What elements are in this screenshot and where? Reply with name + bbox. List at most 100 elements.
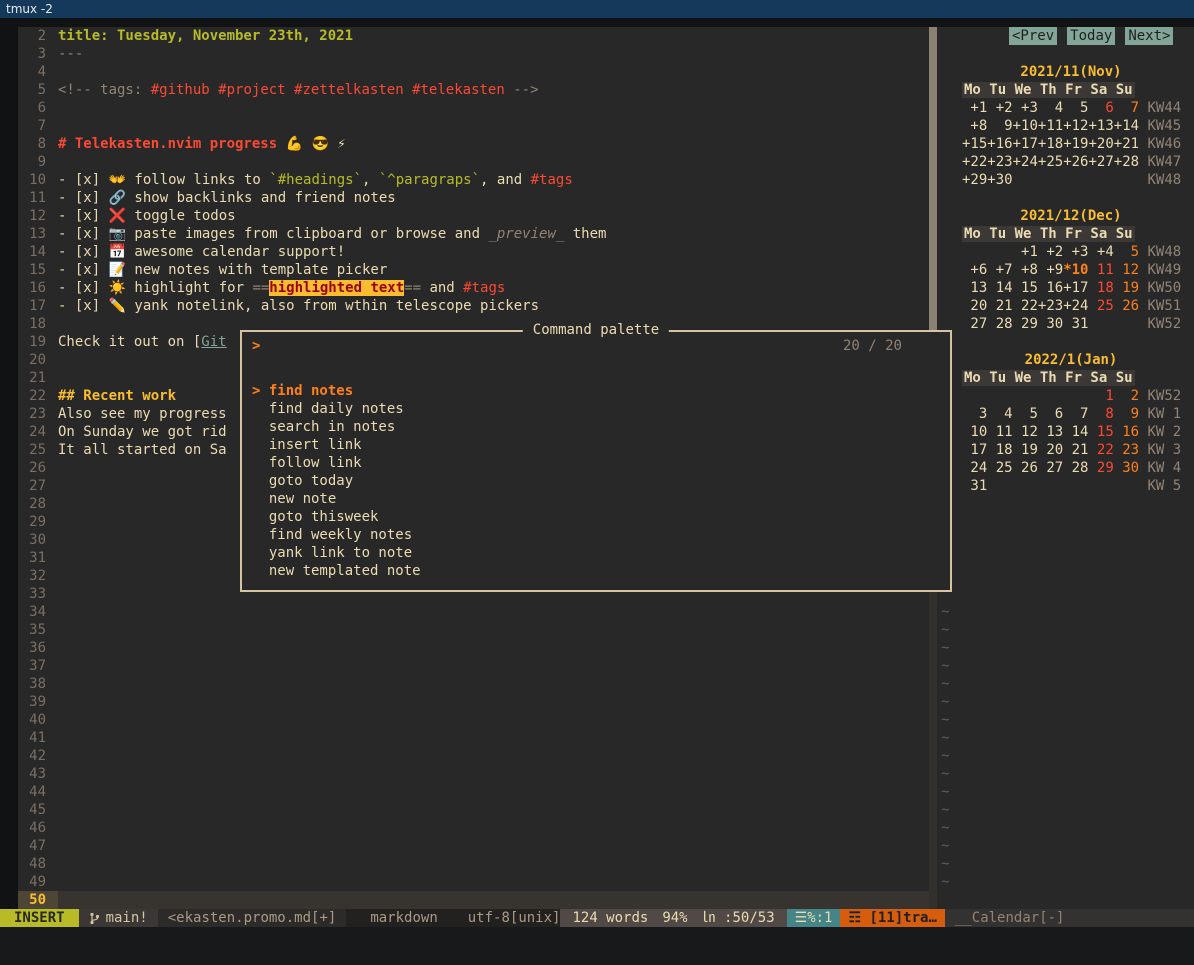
calendar-day[interactable]: 15	[1013, 280, 1038, 296]
calendar-day[interactable]: 13	[962, 280, 987, 296]
calendar-day[interactable]: 16	[1114, 424, 1139, 440]
palette-item[interactable]: new note	[242, 490, 950, 508]
editor-line[interactable]: 38	[18, 675, 929, 693]
calendar-day[interactable]: +3	[1063, 244, 1088, 260]
prev-button[interactable]: <Prev	[1009, 27, 1057, 45]
calendar-day[interactable]: 10	[962, 424, 987, 440]
calendar-day[interactable]: +13	[1088, 118, 1113, 134]
palette-item[interactable]: find weekly notes	[242, 526, 950, 544]
calendar-day[interactable]: +17	[1013, 136, 1038, 152]
calendar-day[interactable]: +25	[1038, 154, 1063, 170]
git-branch[interactable]: main!	[79, 909, 158, 927]
calendar-day[interactable]: +30	[987, 172, 1012, 188]
editor-line[interactable]: 11- [x] 🔗 show backlinks and friend note…	[18, 189, 929, 207]
calendar-day[interactable]: 27	[962, 316, 987, 332]
calendar-day[interactable]: +20	[1088, 136, 1113, 152]
editor-line[interactable]: 46	[18, 819, 929, 837]
editor-line[interactable]: 42	[18, 747, 929, 765]
calendar-day[interactable]: 1	[1088, 388, 1113, 404]
calendar-day[interactable]: 4	[987, 406, 1012, 422]
calendar-day[interactable]: 11	[987, 424, 1012, 440]
editor-line[interactable]: 37	[18, 657, 929, 675]
calendar-day[interactable]: 20	[962, 298, 987, 314]
palette-item[interactable]: yank link to note	[242, 544, 950, 562]
calendar-day[interactable]: +12	[1063, 118, 1088, 134]
calendar-day[interactable]: +23	[1038, 298, 1063, 314]
palette-item[interactable]: follow link	[242, 454, 950, 472]
calendar-day[interactable]: 28	[1063, 460, 1088, 476]
calendar-day[interactable]: 18	[987, 442, 1012, 458]
editor-line[interactable]: 13- [x] 📷 paste images from clipboard or…	[18, 225, 929, 243]
calendar-day[interactable]: +7	[987, 262, 1012, 278]
editor-line[interactable]: 14- [x] 📅 awesome calendar support!	[18, 243, 929, 261]
calendar-day[interactable]: +2	[1038, 244, 1063, 260]
calendar-day[interactable]: 12	[1013, 424, 1038, 440]
calendar-day[interactable]: 4	[1038, 100, 1063, 116]
calendar-day[interactable]: 23	[1114, 442, 1139, 458]
calendar-day[interactable]: 29	[1013, 316, 1038, 332]
editor-line[interactable]: 8# Telekasten.nvim progress 💪 😎 ⚡	[18, 135, 929, 153]
calendar-day[interactable]: 8	[1088, 406, 1113, 422]
palette-item[interactable]: find daily notes	[242, 400, 950, 418]
editor-line[interactable]: 6	[18, 99, 929, 117]
calendar-day[interactable]: +29	[962, 172, 987, 188]
calendar-day[interactable]: +6	[962, 262, 987, 278]
palette-item[interactable]: goto today	[242, 472, 950, 490]
calendar-day[interactable]: 19	[1114, 280, 1139, 296]
calendar-day[interactable]: +11	[1038, 118, 1063, 134]
calendar-day[interactable]: 25	[987, 460, 1012, 476]
calendar-day[interactable]: 15	[1088, 424, 1113, 440]
calendar-day[interactable]: 6	[1088, 100, 1113, 116]
calendar-day[interactable]: 19	[1013, 442, 1038, 458]
calendar-day[interactable]: 22	[1088, 442, 1113, 458]
calendar-day[interactable]: +21	[1114, 136, 1139, 152]
calendar-day[interactable]: +10	[1013, 118, 1038, 134]
calendar-day[interactable]: 30	[1038, 316, 1063, 332]
editor-line[interactable]: 15- [x] 📝 new notes with template picker	[18, 261, 929, 279]
calendar-day[interactable]: 26	[1114, 298, 1139, 314]
calendar-day[interactable]: 27	[1038, 460, 1063, 476]
editor-line[interactable]: 35	[18, 621, 929, 639]
calendar-day[interactable]: +1	[1013, 244, 1038, 260]
calendar-day[interactable]: 7	[1063, 406, 1088, 422]
calendar-day[interactable]: 3	[962, 406, 987, 422]
editor-line[interactable]: 45	[18, 801, 929, 819]
calendar-day[interactable]: 7	[1114, 100, 1139, 116]
palette-item[interactable]: new templated note	[242, 562, 950, 580]
calendar-day[interactable]: +2	[987, 100, 1012, 116]
calendar-day[interactable]: +3	[1013, 100, 1038, 116]
editor-line[interactable]: 44	[18, 783, 929, 801]
calendar-day[interactable]: +19	[1063, 136, 1088, 152]
editor-line[interactable]: 47	[18, 837, 929, 855]
calendar-day[interactable]: +8	[1013, 262, 1038, 278]
editor-line[interactable]: 34	[18, 603, 929, 621]
editor-line[interactable]: 39	[18, 693, 929, 711]
calendar-day[interactable]: 21	[1063, 442, 1088, 458]
calendar-day[interactable]: +17	[1063, 280, 1088, 296]
palette-item[interactable]: > find notes	[242, 382, 950, 400]
editor-line[interactable]: 41	[18, 729, 929, 747]
editor-line[interactable]: 10- [x] 👐 follow links to `#headings`, `…	[18, 171, 929, 189]
calendar-day[interactable]: 12	[1114, 262, 1139, 278]
calendar-day[interactable]: 9	[1114, 406, 1139, 422]
calendar-day[interactable]: 2	[1114, 388, 1139, 404]
palette-item[interactable]: search in notes	[242, 418, 950, 436]
calendar-day[interactable]: 9	[987, 118, 1012, 134]
calendar-day[interactable]: 26	[1013, 460, 1038, 476]
palette-item[interactable]: insert link	[242, 436, 950, 454]
calendar-day[interactable]: +14	[1114, 118, 1139, 134]
palette-item[interactable]: goto thisweek	[242, 508, 950, 526]
calendar-day[interactable]: *10	[1063, 262, 1088, 278]
calendar-day[interactable]: 11	[1088, 262, 1113, 278]
calendar-day[interactable]: 14	[987, 280, 1012, 296]
calendar-day[interactable]: +4	[1088, 244, 1113, 260]
calendar-day[interactable]: 25	[1088, 298, 1113, 314]
calendar-day[interactable]: +23	[987, 154, 1012, 170]
calendar-day[interactable]: 5	[1114, 244, 1139, 260]
calendar-day[interactable]: 24	[962, 460, 987, 476]
calendar-day[interactable]: +24	[1013, 154, 1038, 170]
calendar-day[interactable]: 22	[1013, 298, 1038, 314]
calendar-day[interactable]: 20	[1038, 442, 1063, 458]
editor-line[interactable]: 3---	[18, 45, 929, 63]
calendar-day[interactable]: 18	[1088, 280, 1113, 296]
